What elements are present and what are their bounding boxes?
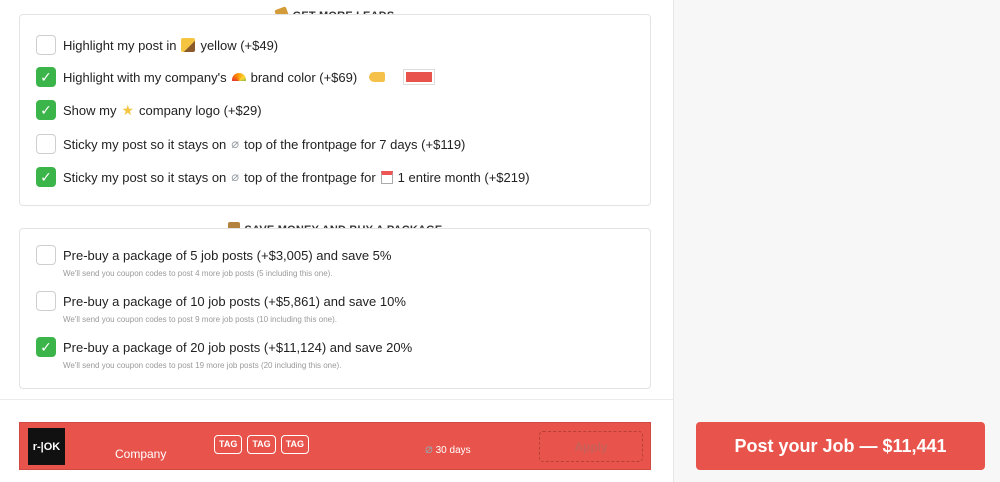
pencil-icon	[181, 38, 196, 52]
option-package-20[interactable]: ✓ Pre-buy a package of 20 job posts (+$1…	[36, 336, 640, 358]
option-sticky-month[interactable]: ✓ Sticky my post so it stays on ⌀ top of…	[36, 166, 640, 188]
paperclip-icon: ⌀	[425, 441, 433, 456]
package-options-box: Pre-buy a package of 5 job posts (+$3,00…	[19, 228, 651, 389]
checkbox-highlight-yellow[interactable]	[36, 35, 56, 55]
option-highlight-yellow[interactable]: Highlight my post in yellow (+$49)	[36, 34, 640, 56]
apply-button[interactable]: Apply	[539, 431, 643, 462]
checkbox-company-logo[interactable]: ✓	[36, 100, 56, 120]
checkbox-sticky-week[interactable]	[36, 134, 56, 154]
tag: TAG	[214, 435, 243, 454]
brand-color-swatch[interactable]	[403, 69, 436, 85]
option-package-5[interactable]: Pre-buy a package of 5 job posts (+$3,00…	[36, 244, 640, 266]
paperclip-icon: ⌀	[231, 136, 240, 151]
rainbow-icon	[231, 73, 246, 81]
company-logo: r-|OK	[28, 428, 65, 465]
option-company-logo[interactable]: ✓ Show my ★ company logo (+$29)	[36, 99, 640, 121]
checkbox-highlight-brand[interactable]: ✓	[36, 67, 56, 87]
divider	[0, 399, 673, 400]
star-icon: ★	[121, 101, 135, 118]
package-10-note: We'll send you coupon codes to post 9 mo…	[63, 315, 337, 324]
option-sticky-week[interactable]: Sticky my post so it stays on ⌀ top of t…	[36, 133, 640, 155]
package-20-note: We'll send you coupon codes to post 19 m…	[63, 361, 342, 370]
checkbox-package-5[interactable]	[36, 245, 56, 265]
calendar-icon	[380, 170, 393, 184]
option-highlight-brand[interactable]: ✓ Highlight with my company's brand colo…	[36, 66, 640, 88]
pointing-hand-icon	[369, 72, 386, 82]
leads-options-box: Highlight my post in yellow (+$49) ✓ Hig…	[19, 14, 651, 206]
checkbox-sticky-month[interactable]: ✓	[36, 167, 56, 187]
checkbox-package-10[interactable]	[36, 291, 56, 311]
days-label: ⌀ 30 days	[425, 441, 471, 456]
checkbox-package-20[interactable]: ✓	[36, 337, 56, 357]
company-name: Company	[115, 447, 167, 461]
sidebar-panel	[673, 0, 1000, 482]
job-preview-row[interactable]: r-|OK Company TAG TAG TAG ⌀ 30 days Appl…	[19, 422, 651, 470]
post-job-button[interactable]: Post your Job — $11,441	[696, 422, 985, 470]
tag: TAG	[280, 435, 310, 454]
package-5-note: We'll send you coupon codes to post 4 mo…	[63, 269, 333, 278]
option-package-10[interactable]: Pre-buy a package of 10 job posts (+$5,8…	[36, 290, 640, 312]
tag: TAG	[247, 435, 276, 454]
tag-list: TAG TAG TAG	[214, 435, 314, 454]
paperclip-icon: ⌀	[231, 169, 240, 184]
